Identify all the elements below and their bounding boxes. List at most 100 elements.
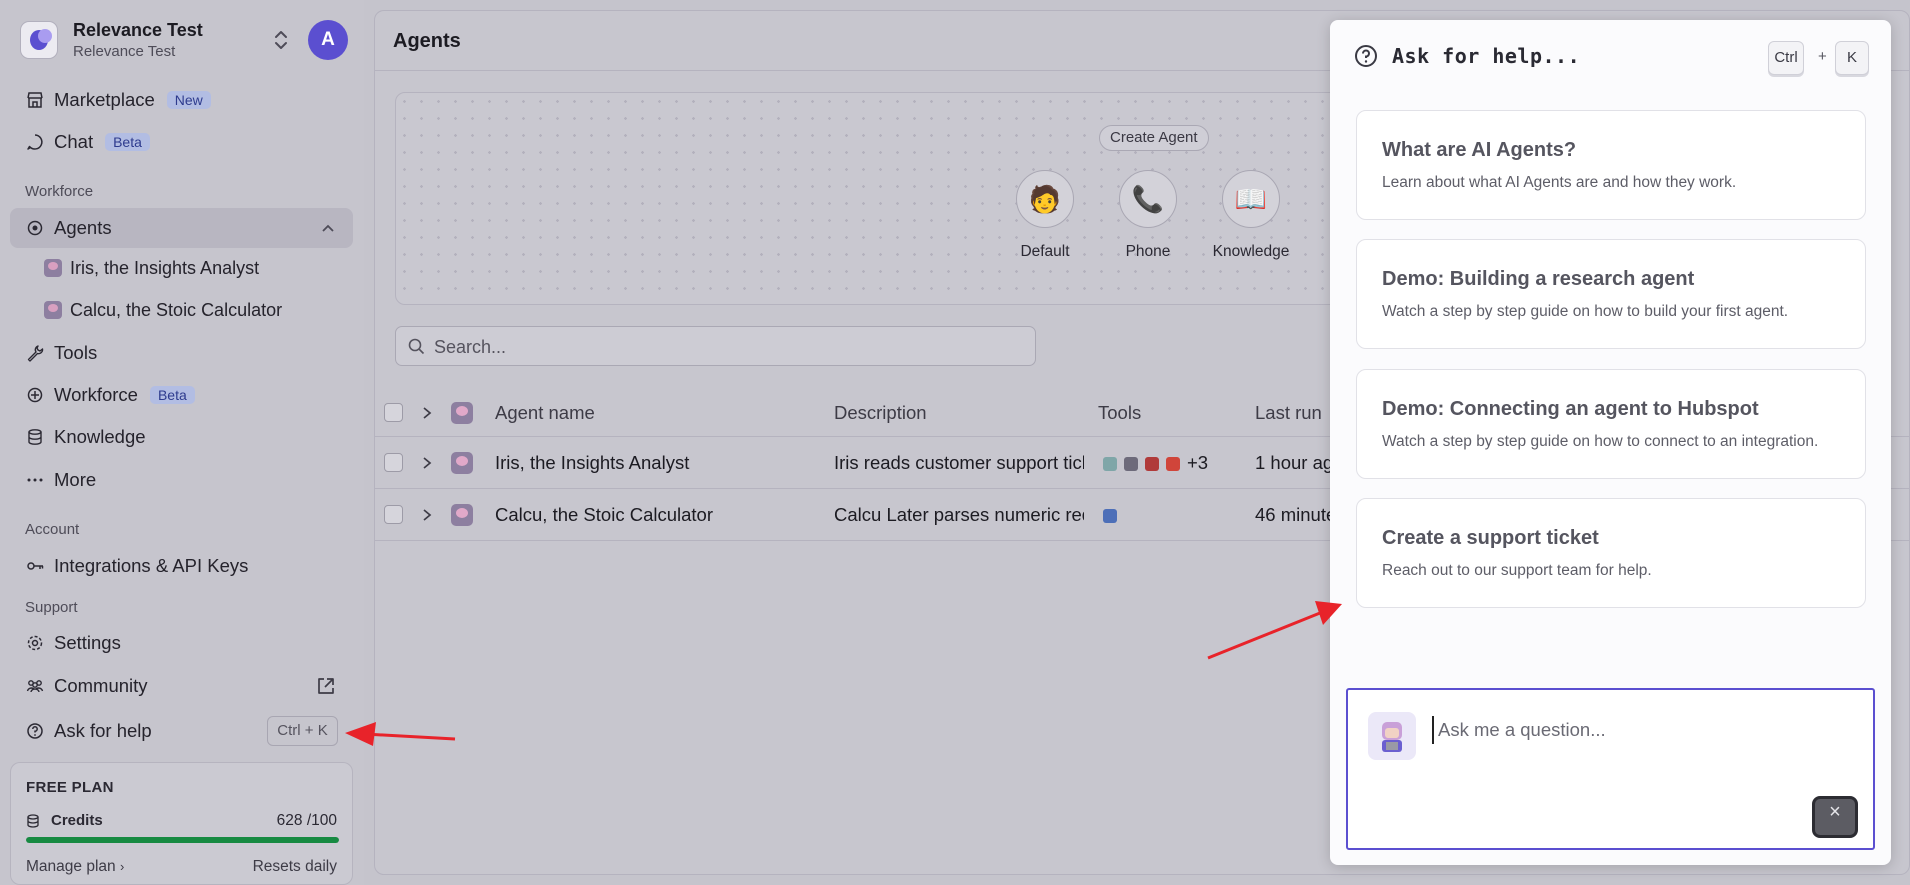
- chevron-up-down-icon[interactable]: [270, 27, 292, 53]
- column-header-tools[interactable]: Tools: [1098, 402, 1141, 424]
- ask-input[interactable]: [1432, 716, 1852, 744]
- help-panel: Ask for help... Ctrl + K What are AI Age…: [1330, 20, 1891, 865]
- sidebar-item-label: Tools: [54, 342, 98, 363]
- help-card-title: Demo: Connecting an agent to Hubspot: [1382, 398, 1759, 420]
- agent-avatar-icon: [44, 301, 62, 319]
- agent-avatar-icon: [451, 452, 473, 474]
- search-box[interactable]: [395, 326, 1036, 366]
- sidebar-item-label: Settings: [54, 632, 121, 653]
- template-label: Phone: [1125, 243, 1171, 260]
- section-label-support: Support: [25, 599, 78, 616]
- sidebar-item-label: Integrations & API Keys: [54, 555, 249, 576]
- chat-icon: [26, 133, 44, 151]
- close-icon[interactable]: [1812, 796, 1858, 838]
- agent-description: Calcu Later parses numeric requests: [834, 504, 1084, 525]
- select-all-checkbox[interactable]: [384, 403, 403, 422]
- last-run: 46 minutes ago: [1255, 504, 1330, 525]
- help-card-desc: Watch a step by step guide on how to con…: [1382, 433, 1819, 450]
- agent-tools: [1103, 504, 1124, 526]
- section-label-account: Account: [25, 521, 80, 538]
- help-card-title: Create a support ticket: [1382, 527, 1599, 549]
- row-checkbox[interactable]: [384, 453, 403, 472]
- sidebar-subitem-agent[interactable]: Iris, the Insights Analyst: [44, 250, 354, 286]
- external-link-icon[interactable]: [316, 676, 336, 696]
- chevron-right-icon[interactable]: [420, 508, 434, 522]
- assistant-avatar-icon: [1368, 712, 1416, 760]
- dots-icon: [26, 471, 44, 489]
- help-card-desc: Watch a step by step guide on how to bui…: [1382, 303, 1789, 320]
- sidebar-item-label: Community: [54, 675, 148, 696]
- default-agent-icon: 🧑: [1016, 170, 1074, 228]
- workspace-name: Relevance Test: [73, 20, 203, 40]
- coins-icon: [27, 813, 39, 828]
- help-card-title: What are AI Agents?: [1382, 139, 1577, 161]
- sidebar-item-agents[interactable]: Agents: [10, 208, 353, 248]
- agent-template-phone[interactable]: 📞 Phone: [1108, 170, 1188, 261]
- credits-progress-fill: [26, 837, 339, 843]
- help-card-title: Demo: Building a research agent: [1382, 268, 1695, 290]
- people-icon: [26, 677, 44, 695]
- phone-icon: 📞: [1119, 170, 1177, 228]
- shortcut-badge: Ctrl + K: [267, 716, 338, 746]
- manage-plan-link[interactable]: Manage plan ›: [26, 858, 124, 876]
- wrench-icon: [26, 344, 44, 362]
- help-card-desc: Reach out to our support team for help.: [1382, 562, 1652, 579]
- gear-icon: [26, 634, 44, 652]
- tools-more: +3: [1187, 452, 1209, 473]
- help-card[interactable]: Demo: Connecting an agent to Hubspot Wat…: [1356, 369, 1866, 479]
- sidebar-item-community[interactable]: Community: [10, 666, 353, 706]
- help-card[interactable]: Demo: Building a research agent Watch a …: [1356, 239, 1866, 349]
- sidebar-item-knowledge[interactable]: Knowledge: [10, 417, 353, 457]
- row-checkbox[interactable]: [384, 505, 403, 524]
- section-label-workforce: Workforce: [25, 183, 94, 200]
- help-header: Ask for help...: [1354, 44, 1580, 68]
- agent-column-icon: [451, 402, 473, 424]
- sidebar-item-more[interactable]: More: [10, 460, 353, 500]
- pdf-icon: [1145, 457, 1159, 472]
- sidebar: Relevance Test Relevance Test A Marketpl…: [0, 0, 364, 885]
- sidebar-item-label: Marketplace: [54, 89, 155, 110]
- agent-template-default[interactable]: 🧑 Default: [1005, 170, 1085, 261]
- workspace-switcher[interactable]: Relevance Test Relevance Test A: [20, 18, 350, 62]
- sidebar-item-label: Agents: [54, 217, 112, 238]
- credits-value: 628 /100: [276, 812, 337, 829]
- search-input[interactable]: [434, 333, 1024, 361]
- credits-progress-bar: [26, 837, 339, 843]
- kbd-plus: +: [1818, 48, 1827, 65]
- sidebar-item-label: Workforce: [54, 384, 138, 405]
- chevron-right-icon[interactable]: [420, 456, 434, 470]
- sidebar-item-workforce[interactable]: Workforce Beta: [10, 375, 353, 415]
- chevron-right-icon[interactable]: [420, 406, 434, 420]
- column-header-name[interactable]: Agent name: [495, 402, 595, 424]
- agent-avatar-icon: [451, 504, 473, 526]
- agents-icon: [26, 219, 44, 237]
- sidebar-item-label: Ask for help: [54, 720, 152, 741]
- sidebar-item-integrations[interactable]: Integrations & API Keys: [10, 546, 353, 586]
- chevron-up-icon[interactable]: [321, 222, 335, 234]
- beta-badge: Beta: [105, 133, 150, 151]
- new-badge: New: [166, 91, 211, 109]
- agent-template-knowledge[interactable]: 📖 Knowledge: [1211, 170, 1291, 261]
- agent-name[interactable]: Iris, the Insights Analyst: [495, 452, 815, 474]
- tool-icon: [1124, 457, 1138, 472]
- plan-card: FREE PLAN Credits 628 /100 Manage plan ›…: [10, 762, 353, 885]
- tool-icon: [1103, 457, 1117, 472]
- sidebar-item-tools[interactable]: Tools: [10, 333, 353, 373]
- help-card[interactable]: What are AI Agents? Learn about what AI …: [1356, 110, 1866, 220]
- column-header-description[interactable]: Description: [834, 402, 927, 424]
- workspace-subtitle: Relevance Test: [73, 43, 176, 60]
- sidebar-item-chat[interactable]: Chat Beta: [10, 122, 353, 162]
- avatar[interactable]: A: [308, 20, 348, 60]
- help-card[interactable]: Create a support ticket Reach out to our…: [1356, 498, 1866, 608]
- column-header-last-run[interactable]: Last run: [1255, 402, 1322, 424]
- help-title: Ask for help...: [1392, 44, 1581, 68]
- agent-name[interactable]: Calcu, the Stoic Calculator: [495, 504, 815, 526]
- sidebar-item-label: Chat: [54, 131, 94, 152]
- book-icon: 📖: [1222, 170, 1280, 228]
- workspace-logo: [20, 21, 58, 59]
- page-title: Agents: [393, 30, 461, 52]
- sidebar-item-settings[interactable]: Settings: [10, 623, 353, 663]
- sidebar-item-marketplace[interactable]: Marketplace New: [10, 80, 353, 120]
- sidebar-subitem-agent[interactable]: Calcu, the Stoic Calculator: [44, 292, 354, 328]
- template-label: Knowledge: [1212, 243, 1290, 260]
